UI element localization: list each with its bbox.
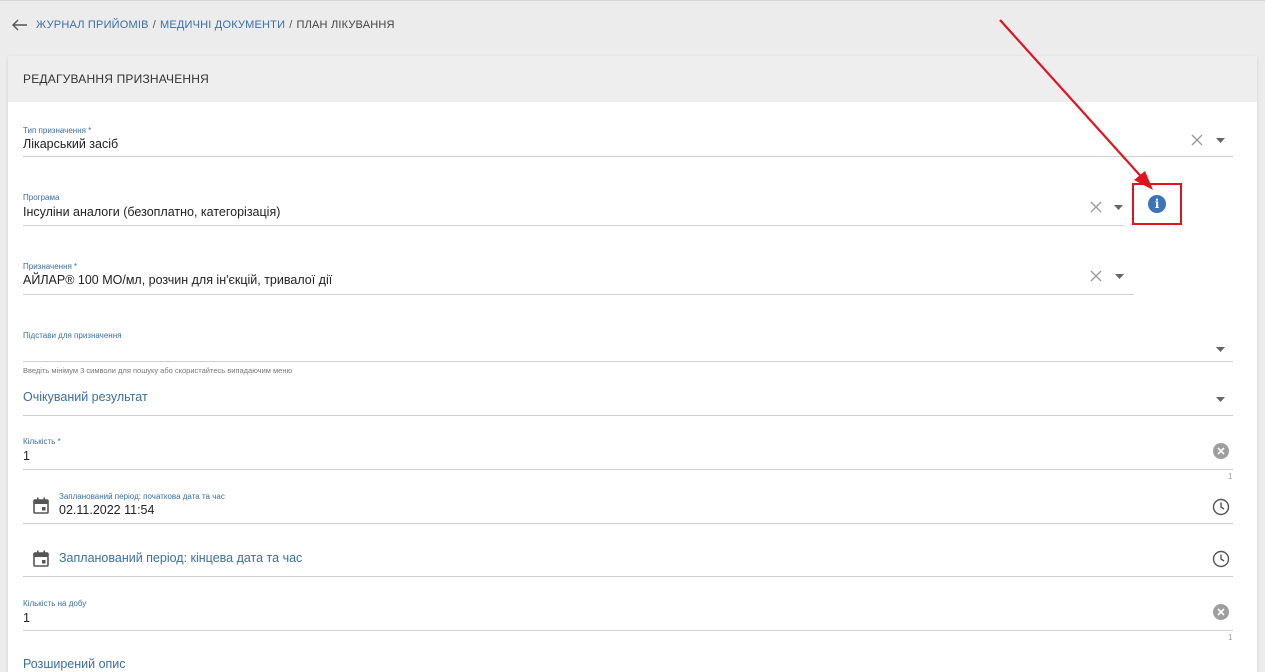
clear-per-day-clear-circle-icon[interactable] — [1212, 603, 1230, 621]
program-chevron-down-icon[interactable] — [1111, 198, 1125, 216]
breadcrumb-link-documents[interactable]: МЕДИЧНІ ДОКУМЕНТИ — [160, 19, 285, 31]
clear-prescription-close-icon[interactable] — [1087, 267, 1105, 285]
quantity-label: Кількість * — [23, 437, 61, 446]
per-day-field[interactable]: Кількість на добу 1 — [23, 597, 1233, 631]
calendar-icon[interactable] — [31, 495, 51, 515]
type-value: Лікарський засіб — [23, 137, 119, 151]
calendar-icon[interactable] — [31, 548, 51, 568]
program-field[interactable]: Програма Інсуліни аналоги (безоплатно, к… — [23, 192, 1124, 226]
prescription-value: АЙЛАР® 100 МО/мл, розчин для ін'єкцій, т… — [23, 273, 333, 287]
basis-field[interactable]: Підстави для призначення — [23, 330, 1233, 362]
type-chevron-down-icon[interactable] — [1213, 131, 1227, 149]
breadcrumb-separator: / — [289, 19, 293, 31]
basis-label: Підстави для призначення — [23, 331, 122, 340]
prescription-label: Призначення * — [23, 262, 78, 271]
start-datetime-label: Запланований період: початкова дата та ч… — [59, 492, 225, 501]
basis-chevron-down-icon[interactable] — [1213, 340, 1227, 358]
per-day-label: Кількість на добу — [23, 599, 87, 608]
start-datetime-field[interactable]: Запланований період: початкова дата та ч… — [23, 489, 1233, 524]
top-divider — [0, 0, 1265, 1]
clear-program-close-icon[interactable] — [1087, 198, 1105, 216]
type-label: Тип призначення * — [23, 126, 92, 135]
expected-result-placeholder: Очікуваний результат — [23, 390, 148, 404]
program-label: Програма — [23, 193, 60, 202]
end-clock-icon[interactable] — [1211, 549, 1231, 569]
type-field[interactable]: Тип призначення * Лікарський засіб — [23, 123, 1233, 157]
expected-result-field[interactable]: Очікуваний результат — [23, 382, 1233, 416]
program-info-button[interactable]: i — [1132, 183, 1182, 225]
edit-prescription-card: РЕДАГУВАННЯ ПРИЗНАЧЕННЯ Тип призначення … — [8, 56, 1257, 672]
quantity-field[interactable]: Кількість * 1 — [23, 436, 1233, 470]
program-value: Інсуліни аналоги (безоплатно, категоріза… — [23, 205, 281, 219]
prescription-chevron-down-icon[interactable] — [1112, 267, 1126, 285]
per-day-value: 1 — [23, 611, 30, 625]
clear-type-close-icon[interactable] — [1188, 131, 1206, 149]
expected-result-chevron-down-icon[interactable] — [1213, 390, 1227, 408]
quantity-value: 1 — [23, 449, 30, 463]
breadcrumb-link-journal[interactable]: ЖУРНАЛ ПРИЙОМІВ — [36, 19, 149, 31]
basis-hint: Введіть мінімум 3 символи для пошуку або… — [23, 366, 293, 375]
quantity-counter: 1 — [1228, 472, 1233, 481]
breadcrumb-current: ПЛАН ЛІКУВАННЯ — [296, 19, 395, 31]
clear-quantity-clear-circle-icon[interactable] — [1212, 442, 1230, 460]
extended-description-label[interactable]: Розширений опис — [23, 657, 126, 671]
end-datetime-field[interactable]: Запланований період: кінцева дата та час — [23, 543, 1233, 577]
end-datetime-placeholder: Запланований період: кінцева дата та час — [59, 551, 303, 565]
start-clock-icon[interactable] — [1211, 497, 1231, 517]
info-icon[interactable]: i — [1148, 195, 1166, 213]
breadcrumb: ЖУРНАЛ ПРИЙОМІВ / МЕДИЧНІ ДОКУМЕНТИ / ПЛ… — [10, 15, 395, 35]
per-day-counter: 1 — [1228, 633, 1233, 642]
start-datetime-value: 02.11.2022 11:54 — [59, 503, 155, 517]
prescription-field[interactable]: Призначення * АЙЛАР® 100 МО/мл, розчин д… — [23, 261, 1134, 295]
card-title: РЕДАГУВАННЯ ПРИЗНАЧЕННЯ — [8, 56, 1257, 102]
back-arrow-icon[interactable] — [10, 16, 30, 34]
breadcrumb-separator: / — [152, 19, 156, 31]
